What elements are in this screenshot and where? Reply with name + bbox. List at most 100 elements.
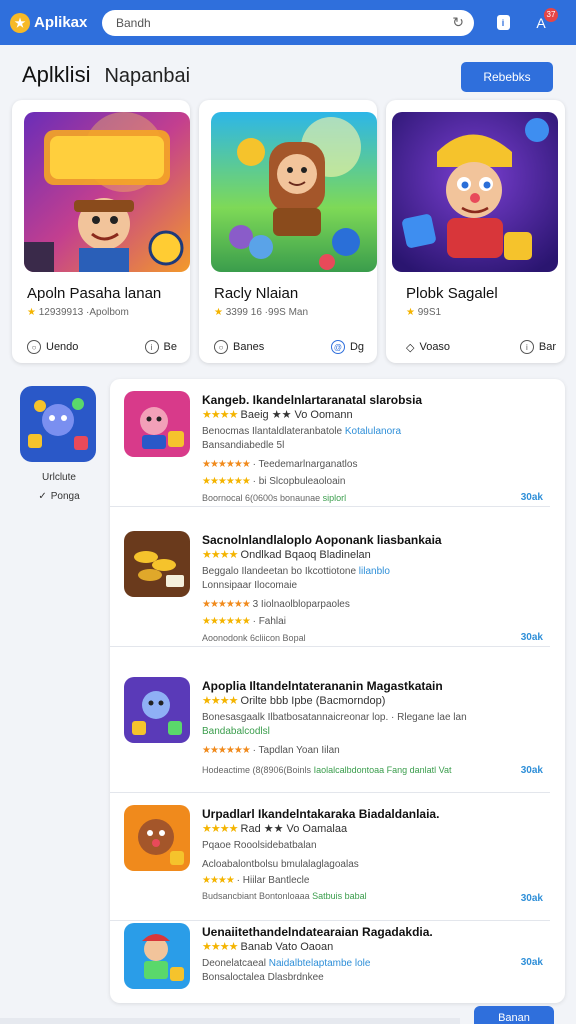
floating-action-button[interactable]: Banan xyxy=(474,1006,554,1024)
review-stars: ★★★★★★ xyxy=(202,745,251,756)
review-stars: ★★★★ xyxy=(202,875,235,886)
rating-stars: ★★★★ xyxy=(202,549,238,561)
app-title: Uenaiitethandelndatearaian Ragadakdia. xyxy=(202,925,433,939)
app-title: Sacnolnlandlaloplo Aoponank liasbankaia xyxy=(202,533,442,547)
featured-button-b[interactable]: @ Dg xyxy=(330,340,364,354)
app-title: Apoplia Iltandelntaterananin Magastkatai… xyxy=(202,679,443,693)
notification-button[interactable]: A 37 xyxy=(530,7,558,34)
search-input[interactable]: Bandh ↻ xyxy=(102,9,474,36)
info-circle-icon: i xyxy=(519,340,534,354)
list-item[interactable]: Urpadlarl Ikandelntakaraka Biadaldanlaia… xyxy=(110,793,565,921)
list-item[interactable]: Sacnolnlandlaloplo Aoponank liasbankaia … xyxy=(110,519,565,647)
review-text: bi Slcopbuleaoloain xyxy=(258,476,346,487)
featured-button-b[interactable]: i Be xyxy=(144,340,177,354)
app-rating-text: Baeig ★★ Vo Oomann xyxy=(240,409,353,421)
app-rating-line: ★★★★ Banab Vato Oaoan xyxy=(202,940,552,953)
app-rating-line: ★★★★ Rad ★★ Vo Oamalaa xyxy=(202,822,552,835)
featured-button-a[interactable]: ◇ Voaso xyxy=(406,340,450,354)
download-size-button[interactable]: 30ak xyxy=(521,492,543,503)
featured-button-a-label: Uendo xyxy=(46,341,79,353)
bottom-strip xyxy=(0,1018,460,1024)
app-footer-highlight: Iaolalcalbdontoaa Fang danlatl Vat xyxy=(313,765,452,775)
featured-card[interactable]: Racly Nlaian ★ 3399 16 ·99S Man ○ Banes @… xyxy=(199,100,377,363)
star-icon: ★ xyxy=(406,307,415,318)
review-line: ★★★★★★ · Teedemarlnarganatlos xyxy=(202,459,358,470)
app-footer-text: Budsancbiant Bontonloaaa xyxy=(202,891,313,901)
review-stars: ★★★★★★ xyxy=(202,476,251,487)
app-footer-text: Hodeactime (8(8906(Boinls xyxy=(202,765,314,775)
app-description-link[interactable]: lilanblo xyxy=(359,566,390,577)
header-action-button[interactable]: Rebebks xyxy=(461,62,553,92)
list-item[interactable]: Uenaiitethandelndatearaian Ragadakdia. ★… xyxy=(110,911,565,1003)
app-icon-image xyxy=(124,531,190,597)
rating-stars: ★★★★ xyxy=(202,409,238,421)
app-description-text: Benocmas Ilantaldlateranbatole xyxy=(202,426,345,437)
app-description-link[interactable]: Kotalulanora xyxy=(345,426,401,437)
app-icon-image xyxy=(124,391,190,457)
app-icon-image xyxy=(124,677,190,743)
app-description-text: Deonelatcaeal xyxy=(202,958,269,969)
app-icon-image xyxy=(124,923,190,989)
app-footer-highlight: Satbuis babal xyxy=(312,891,367,901)
app-description-extra: · Rlegane lae lan xyxy=(391,712,467,723)
info-button[interactable]: i xyxy=(492,12,514,34)
search-placeholder: Bandh xyxy=(116,15,151,30)
review-text: Hiilar Bantlecle xyxy=(242,875,310,886)
divider xyxy=(110,506,550,507)
app-rating-line: ★★★★ Orilte bbb Ipbe (Bacmorndop) xyxy=(202,694,552,707)
app-description: Bonesasgaalk Ilbatbosatannaicreonar lop.… xyxy=(202,712,552,723)
featured-meta: ★ 3399 16 ·99S Man xyxy=(214,307,308,318)
review-stars: ★★★★★★ xyxy=(202,599,251,610)
notification-badge: 37 xyxy=(544,7,558,22)
chat-icon: ○ xyxy=(214,340,228,354)
featured-meta: ★ 99S1 xyxy=(406,307,441,318)
side-app-tile[interactable]: Urlclute ✓ Ponga xyxy=(20,386,98,502)
checkmark-icon: ✓ xyxy=(38,491,47,502)
app-title: Kangeb. Ikandelnlartaranatal slarobsia xyxy=(202,393,423,407)
info-icon: i xyxy=(496,15,510,30)
featured-title: Racly Nlaian xyxy=(214,285,299,302)
app-footer: Hodeactime (8(8906(Boinls Iaolalcalbdont… xyxy=(202,765,452,775)
download-size-button[interactable]: 30ak xyxy=(521,957,543,968)
page-subtitle: Napanbai xyxy=(104,65,191,87)
divider xyxy=(110,646,550,647)
featured-title: Plobk Sagalel xyxy=(406,285,498,302)
game-art-image xyxy=(211,112,377,272)
app-description-text: Pqaoe Rooolsidebatbalan xyxy=(202,840,317,851)
review-line: ★★★★★★ · Tapdlan Yoan Iilan xyxy=(202,745,340,756)
featured-button-a-label: Banes xyxy=(233,341,265,353)
refresh-icon[interactable]: ↻ xyxy=(452,14,464,31)
app-footer: Aoonodonk 6cliicon Bopal xyxy=(202,633,306,643)
featured-apps: Apoln Pasaha lanan ★ 12939913 ·Apolbom ○… xyxy=(12,100,565,365)
review-stars: ★★★★★★ xyxy=(202,459,251,470)
list-item[interactable]: Apoplia Iltandelntaterananin Magastkatai… xyxy=(110,665,565,793)
side-app-status: ✓ Ponga xyxy=(20,491,98,502)
star-icon: ★ xyxy=(214,307,223,318)
featured-meta-text: 99S1 xyxy=(417,307,442,318)
review-line: ★★★★★★ 3 Iiolnaolbloparpaoles xyxy=(202,599,350,610)
featured-button-a[interactable]: ○ Uendo xyxy=(27,340,78,354)
game-art-image xyxy=(24,112,190,272)
app-description: Benocmas Ilantaldlateranbatole Kotalulan… xyxy=(202,426,552,437)
featured-button-a[interactable]: ○ Banes xyxy=(214,340,264,354)
page-heading: Aplklisi Napanbai xyxy=(22,62,190,88)
download-size-button[interactable]: 30ak xyxy=(521,893,543,904)
featured-card[interactable]: Plobk Sagalel ★ 99S1 ◇ Voaso i Bar xyxy=(386,100,565,363)
app-description-link[interactable]: Naidalbtelaptambe lole xyxy=(269,958,371,969)
featured-card[interactable]: Apoln Pasaha lanan ★ 12939913 ·Apolbom ○… xyxy=(12,100,190,363)
rating-stars: ★★★★ xyxy=(202,823,238,835)
download-size-button[interactable]: 30ak xyxy=(521,765,543,776)
app-footer: Boornocal 6(0600s bonaunae siplorl xyxy=(202,493,346,503)
app-description-text: Bonesasgaalk Ilbatbosatannaicreonar lop. xyxy=(202,712,392,723)
featured-button-b[interactable]: i Bar xyxy=(519,340,556,354)
app-footer-highlight: siplorl xyxy=(322,493,347,503)
app-icon-image xyxy=(124,805,190,871)
download-size-button[interactable]: 30ak xyxy=(521,632,543,643)
list-item[interactable]: Kangeb. Ikandelnlartaranatal slarobsia ★… xyxy=(110,379,565,507)
review-text: Fahlai xyxy=(258,616,286,627)
app-rating-text: Ondlkad Bqaoq Bladinelan xyxy=(240,549,371,561)
review-text: Teedemarlnarganatlos xyxy=(258,459,358,470)
app-rating-text: Orilte bbb Ipbe (Bacmorndop) xyxy=(240,695,386,707)
app-logo[interactable]: ★ Aplikax xyxy=(10,12,102,33)
page-title: Aplklisi xyxy=(22,62,91,87)
